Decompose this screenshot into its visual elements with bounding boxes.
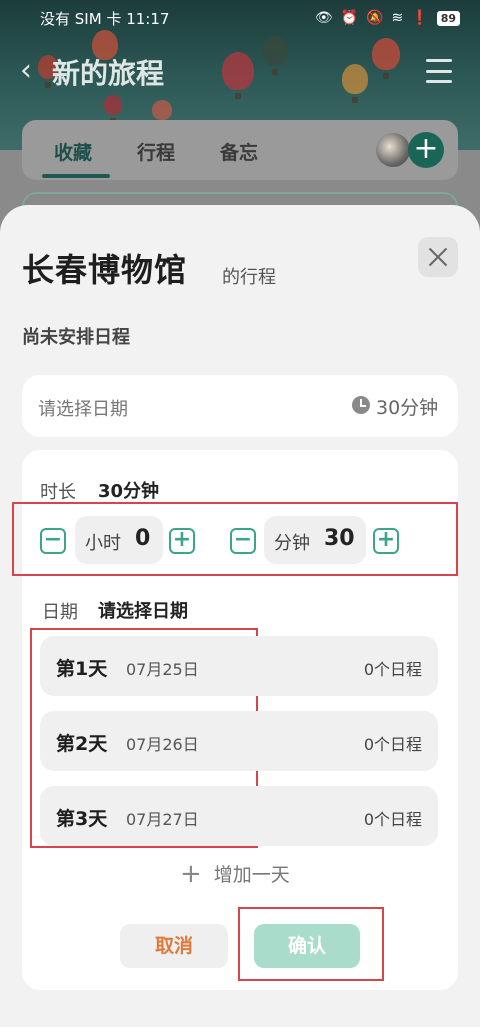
day-schedule-count: 0个日程 [363, 660, 422, 679]
tab-favorites[interactable]: 收藏 [54, 138, 92, 165]
tab-bar: 收藏 行程 备忘 + [22, 120, 458, 180]
day-date: 07月26日 [126, 735, 199, 754]
close-button[interactable] [418, 237, 458, 277]
menu-icon[interactable] [426, 59, 452, 83]
confirm-button[interactable]: 确认 [254, 924, 360, 968]
cancel-button[interactable]: 取消 [120, 924, 228, 968]
date-selector-bar[interactable]: 请选择日期 30分钟 [22, 375, 458, 437]
battery-icon: 89 [436, 10, 460, 26]
day-name: 第2天 [56, 733, 108, 755]
minutes-unit: 分钟 [274, 533, 310, 554]
balloon-illustration [104, 95, 122, 124]
day-name: 第1天 [56, 658, 108, 680]
schedule-status: 尚未安排日程 [22, 327, 130, 348]
day-row[interactable]: 第3天 07月27日 0个日程 [40, 786, 438, 846]
back-chevron-icon[interactable]: ‹ [20, 56, 48, 88]
minutes-field[interactable]: 分钟 30 [264, 516, 366, 564]
mute-icon: 🔕 [366, 10, 384, 26]
close-icon [427, 246, 449, 268]
duration-summary: 30分钟 [376, 397, 439, 419]
tab-memo[interactable]: 备忘 [220, 138, 258, 165]
day-name: 第3天 [56, 808, 108, 830]
minutes-increment-button[interactable]: + [373, 528, 399, 554]
tab-itinerary[interactable]: 行程 [137, 138, 175, 165]
avatar[interactable] [376, 133, 410, 167]
add-day-label: 增加一天 [213, 864, 290, 886]
hours-decrement-button[interactable]: − [40, 528, 66, 554]
hours-value: 0 [135, 526, 151, 551]
add-day-button[interactable]: + 增加一天 [180, 860, 290, 887]
day-date: 07月27日 [126, 810, 199, 829]
carrier-text: 没有 SIM 卡 [40, 9, 122, 28]
alarm-icon: ⏰ [340, 10, 359, 26]
date-value: 请选择日期 [98, 601, 188, 622]
minutes-decrement-button[interactable]: − [230, 528, 256, 554]
wifi-icon: ≋ [391, 10, 404, 26]
day-schedule-count: 0个日程 [363, 735, 422, 754]
hours-unit: 小时 [85, 533, 121, 554]
clock-time: 11:17 [126, 9, 170, 28]
day-date: 07月25日 [126, 660, 199, 679]
schedule-panel: 时长 30分钟 − 小时 0 + − 分钟 30 + 日期 请选择日期 第1天 … [12, 450, 458, 990]
schedule-sheet: 长春博物馆 的行程 尚未安排日程 请选择日期 30分钟 时长 30分钟 − 小时… [0, 205, 480, 1027]
day-row[interactable]: 第1天 07月25日 0个日程 [40, 636, 438, 696]
date-placeholder: 请选择日期 [38, 399, 128, 420]
day-row[interactable]: 第2天 07月26日 0个日程 [40, 711, 438, 771]
alert-icon: ❗ [411, 10, 429, 26]
duration-label: 时长 [40, 482, 76, 503]
add-member-button[interactable]: + [408, 132, 444, 168]
page-title: 新的旅程 [52, 57, 165, 90]
minutes-value: 30 [324, 526, 355, 551]
balloon-illustration [152, 100, 172, 129]
hours-field[interactable]: 小时 0 [75, 516, 163, 564]
eye-icon: 👁 [314, 10, 333, 26]
status-bar: 没有 SIM 卡 11:17 👁 ⏰ 🔕 ≋ ❗ 89 [0, 0, 480, 36]
active-tab-indicator [42, 174, 110, 178]
plus-icon: + [180, 858, 202, 889]
app-header: ‹ 新的旅程 [0, 50, 480, 94]
day-schedule-count: 0个日程 [363, 810, 422, 829]
date-label: 日期 [42, 602, 78, 623]
hours-increment-button[interactable]: + [169, 528, 195, 554]
sheet-title: 长春博物馆 [22, 251, 188, 289]
clock-icon [352, 396, 370, 414]
sheet-subtitle: 的行程 [222, 267, 276, 288]
duration-value: 30分钟 [98, 481, 160, 502]
